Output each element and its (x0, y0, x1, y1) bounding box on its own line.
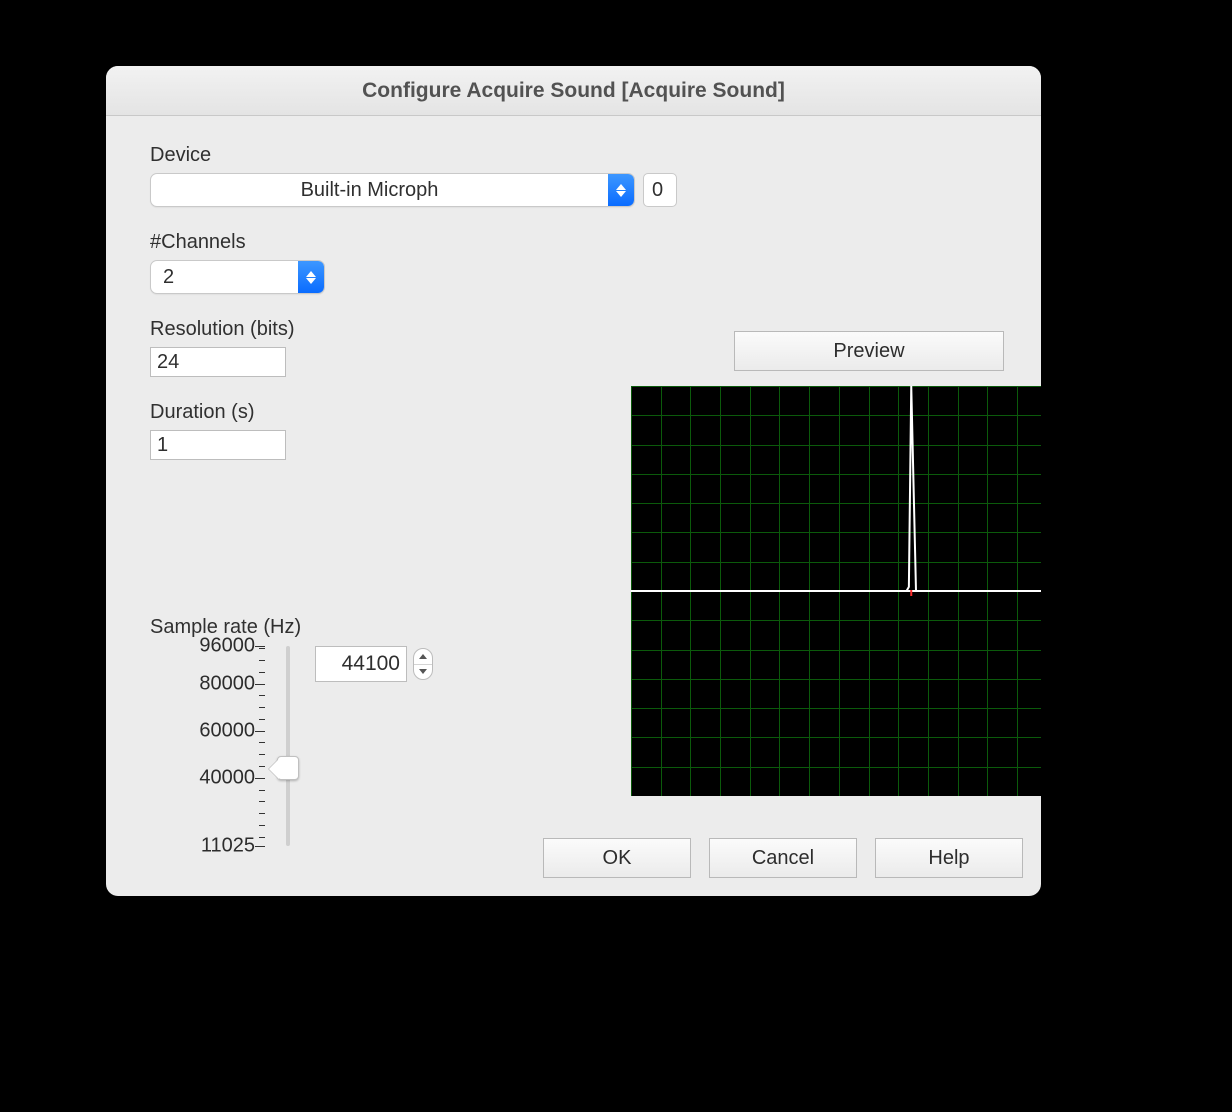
sample-rate-group: Sample rate (Hz) 96000800006000040000110… (150, 616, 450, 645)
help-button[interactable]: Help (875, 838, 1023, 878)
sample-rate-stepper[interactable] (413, 648, 433, 680)
slider-thumb[interactable] (277, 756, 299, 780)
device-select-value: Built-in Microph (151, 179, 608, 202)
slider-track (286, 646, 290, 846)
resolution-field[interactable]: 24 (150, 347, 286, 377)
channels-group: #Channels 2 (150, 231, 997, 294)
dialog-content: Device Built-in Microph 0 #Channels 2 (106, 116, 1041, 896)
cancel-button-label: Cancel (752, 847, 814, 870)
device-group: Device Built-in Microph 0 (150, 144, 997, 207)
sample-rate-field[interactable]: 44100 (315, 646, 407, 682)
preview-button[interactable]: Preview (734, 331, 1004, 371)
preview-button-label: Preview (833, 340, 904, 363)
window-title: Configure Acquire Sound [Acquire Sound] (362, 79, 785, 103)
window-titlebar: Configure Acquire Sound [Acquire Sound] (106, 66, 1041, 116)
stepper-up-icon[interactable] (414, 649, 432, 665)
scale-tick-label: 40000 (155, 766, 255, 789)
dialog-window: Configure Acquire Sound [Acquire Sound] … (106, 66, 1041, 896)
chevron-up-down-icon (608, 174, 634, 206)
stepper-down-icon[interactable] (414, 665, 432, 680)
scale-tick-label: 96000 (155, 635, 255, 658)
ok-button-label: OK (603, 847, 632, 870)
duration-field[interactable]: 1 (150, 430, 286, 460)
duration-value: 1 (157, 434, 168, 457)
sample-rate-slider[interactable] (275, 646, 299, 846)
scale-tick-label: 80000 (155, 672, 255, 695)
channels-select[interactable]: 2 (150, 260, 325, 294)
device-index-value: 0 (652, 179, 663, 202)
channels-select-value: 2 (151, 266, 298, 289)
resolution-value: 24 (157, 351, 179, 374)
sample-rate-scale: 9600080000600004000011025 (150, 646, 265, 846)
device-index-field[interactable]: 0 (643, 173, 677, 207)
device-select[interactable]: Built-in Microph (150, 173, 635, 207)
sample-rate-value: 44100 (342, 652, 400, 676)
device-label: Device (150, 144, 997, 167)
dialog-button-bar: OK Cancel Help (543, 838, 1023, 878)
help-button-label: Help (928, 847, 969, 870)
preview-panel: Preview (631, 331, 1041, 796)
scale-tick-label: 60000 (155, 719, 255, 742)
chevron-up-down-icon (298, 261, 324, 293)
scale-tick-label: 11025 (155, 835, 255, 858)
cancel-button[interactable]: Cancel (709, 838, 857, 878)
waveform-scope (631, 386, 1041, 796)
channels-label: #Channels (150, 231, 997, 254)
ok-button[interactable]: OK (543, 838, 691, 878)
